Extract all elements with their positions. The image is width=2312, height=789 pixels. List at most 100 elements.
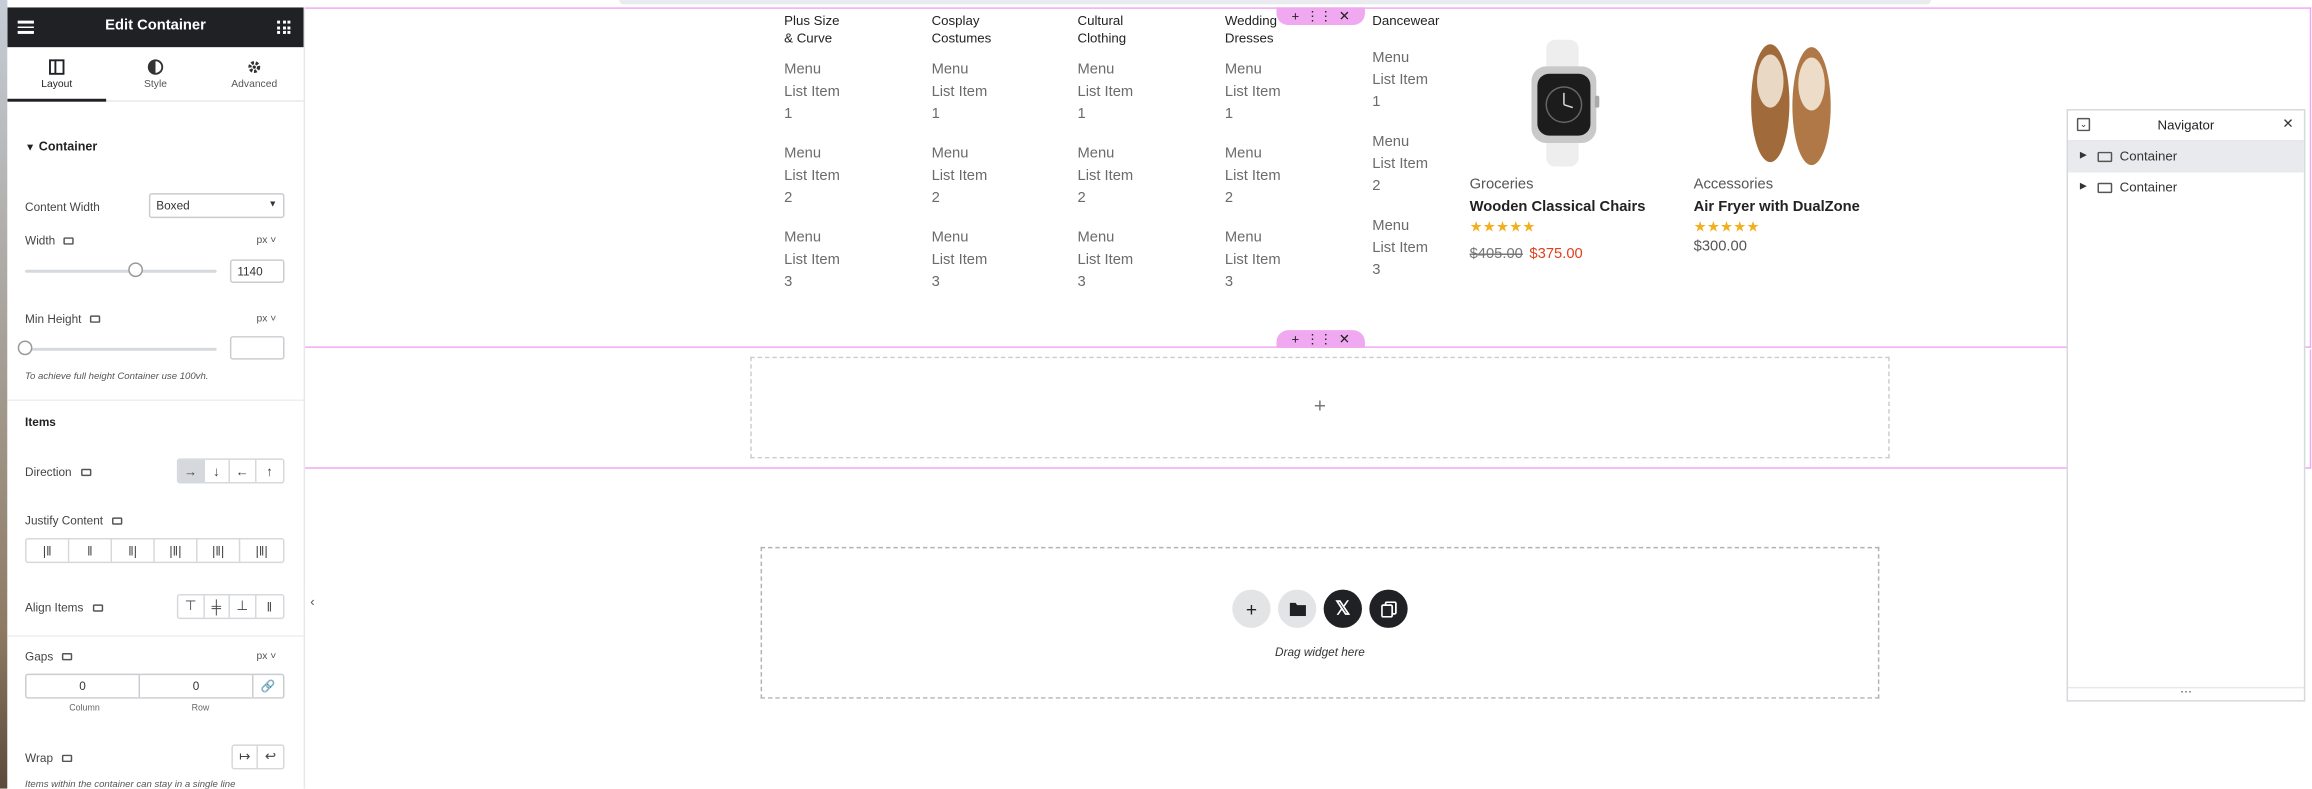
justify-space-evenly-icon[interactable]: |‖| bbox=[240, 539, 283, 561]
empty-container-dropzone[interactable]: + bbox=[750, 356, 1890, 459]
min-height-slider-knob[interactable] bbox=[17, 340, 33, 356]
container-handle-top[interactable]: + ⋮⋮ ✕ bbox=[1276, 7, 1365, 26]
copy-icon[interactable] bbox=[1369, 589, 1408, 628]
gap-row-input[interactable]: 0 bbox=[140, 675, 254, 698]
smartwatch-image bbox=[1531, 39, 1600, 167]
menu-list-item[interactable]: Menu List Item 3 bbox=[932, 227, 1035, 293]
desktop-icon[interactable] bbox=[64, 237, 75, 246]
link-icon[interactable]: 🔗 bbox=[254, 675, 283, 697]
align-end-icon[interactable]: ⊥ bbox=[230, 595, 256, 618]
x-logo-icon[interactable]: 𝕏 bbox=[1323, 589, 1362, 628]
menu-list-item[interactable]: Menu List Item 2 bbox=[784, 143, 887, 209]
menu-list-item[interactable]: Menu List Item 1 bbox=[1077, 59, 1180, 125]
product-name[interactable]: Air Fryer with DualZone bbox=[1694, 199, 1900, 215]
desktop-icon[interactable] bbox=[92, 604, 103, 613]
direction-row-button[interactable]: → bbox=[178, 459, 205, 482]
content-width-select[interactable]: Boxed ▼ bbox=[148, 193, 285, 219]
tab-style[interactable]: Style bbox=[106, 47, 205, 100]
menu-item-number: 3 bbox=[784, 274, 793, 291]
menu-list-item[interactable]: Menu List Item 1 bbox=[784, 59, 887, 125]
wrap-icon[interactable]: ↩ bbox=[258, 746, 283, 768]
menu-title: Plus Size & Curve bbox=[784, 12, 887, 47]
add-section-button[interactable]: + bbox=[1232, 589, 1271, 628]
desktop-icon[interactable] bbox=[62, 653, 73, 661]
add-icon[interactable]: + bbox=[1292, 332, 1300, 347]
menu-list-item[interactable]: Menu List Item 2 bbox=[1225, 143, 1284, 209]
product-name[interactable]: Wooden Classical Chairs bbox=[1470, 199, 1676, 215]
close-icon[interactable]: ✕ bbox=[2282, 116, 2293, 132]
content-width-label: Content Width bbox=[25, 200, 100, 214]
menu-list-item[interactable]: Menu List Item 1 bbox=[1225, 59, 1284, 125]
container-icon bbox=[2097, 151, 2113, 163]
menu-list-item[interactable]: Menu List Item 2 bbox=[1372, 131, 1460, 197]
nowrap-icon[interactable]: ↦ bbox=[233, 745, 258, 768]
drag-handle-icon[interactable]: ⋮⋮ bbox=[1306, 331, 1333, 347]
tab-style-label: Style bbox=[144, 79, 167, 90]
menu-item-number: 1 bbox=[1372, 94, 1381, 111]
navigator-item[interactable]: ▶ Container bbox=[2068, 141, 2304, 173]
min-height-slider-track[interactable] bbox=[25, 347, 217, 351]
align-stretch-icon[interactable]: ‖ bbox=[256, 595, 283, 617]
container-handle-bottom[interactable]: + ⋮⋮ ✕ bbox=[1276, 330, 1365, 348]
caret-right-icon[interactable]: ▶ bbox=[2080, 181, 2087, 192]
menu-item-word: Menu bbox=[1077, 61, 1115, 79]
menu-list-item[interactable]: Menu List Item 3 bbox=[1372, 215, 1460, 281]
align-center-icon[interactable]: ╪ bbox=[204, 595, 230, 618]
direction-column-reverse-button[interactable]: ↑ bbox=[256, 460, 283, 482]
product-card[interactable]: Groceries Wooden Classical Chairs ★★★★★ … bbox=[1470, 37, 1676, 265]
close-icon[interactable]: ✕ bbox=[1339, 8, 1350, 24]
add-widget-icon[interactable]: + bbox=[752, 394, 1888, 418]
width-slider-track[interactable] bbox=[25, 269, 217, 273]
justify-end-icon[interactable]: ‖| bbox=[112, 539, 155, 562]
gaps-unit-select[interactable]: px ˅ bbox=[256, 652, 276, 662]
desktop-icon[interactable] bbox=[61, 755, 73, 763]
menu-list-item[interactable]: Menu List Item 3 bbox=[1225, 227, 1284, 293]
tab-layout-label: Layout bbox=[41, 79, 73, 90]
caret-right-icon[interactable]: ▶ bbox=[2080, 150, 2087, 161]
editor-panel: Edit Container Layout Style Advanced ▼ C… bbox=[7, 7, 306, 789]
min-height-input[interactable] bbox=[229, 336, 285, 360]
menu-title-line2: Dresses bbox=[1224, 30, 1274, 46]
gap-column-input[interactable]: 0 bbox=[27, 675, 141, 698]
menu-list-item[interactable]: Menu List Item 1 bbox=[932, 59, 1035, 125]
menu-list-item[interactable]: Menu List Item 2 bbox=[1077, 143, 1180, 209]
justify-start-icon[interactable]: |‖ bbox=[27, 539, 70, 562]
menu-list-item[interactable]: Menu List Item 3 bbox=[1077, 227, 1180, 293]
tab-advanced[interactable]: Advanced bbox=[205, 47, 304, 100]
folder-icon[interactable] bbox=[1277, 589, 1317, 628]
justify-space-between-icon[interactable]: |‖| bbox=[155, 539, 198, 562]
drag-handle-icon[interactable]: ⋮⋮ bbox=[1306, 8, 1333, 24]
desktop-icon[interactable] bbox=[111, 517, 123, 526]
menu-list-item[interactable]: Menu List Item 3 bbox=[784, 227, 887, 293]
justify-center-icon[interactable]: ‖ bbox=[69, 539, 113, 562]
add-icon[interactable]: + bbox=[1292, 9, 1300, 24]
align-start-icon[interactable]: ⊤ bbox=[178, 595, 205, 618]
width-slider-knob[interactable] bbox=[128, 262, 144, 278]
desktop-icon[interactable] bbox=[90, 316, 101, 324]
menu-list-item[interactable]: Menu List Item 2 bbox=[932, 143, 1035, 209]
direction-column-button[interactable]: ↓ bbox=[204, 459, 230, 482]
container-outline[interactable] bbox=[305, 7, 2312, 348]
desktop-icon[interactable] bbox=[80, 469, 91, 477]
gaps-inputs: 0 0 🔗 bbox=[25, 673, 285, 699]
direction-row-reverse-button[interactable]: ← bbox=[230, 459, 256, 482]
tab-layout[interactable]: Layout bbox=[7, 47, 107, 102]
justify-space-around-icon[interactable]: |‖| bbox=[198, 539, 241, 562]
navigator-item[interactable]: ▶ Container bbox=[2068, 172, 2304, 203]
close-icon[interactable]: ✕ bbox=[1339, 331, 1350, 347]
width-input[interactable]: 1140 bbox=[229, 259, 285, 284]
section-container-toggle[interactable]: ▼ Container bbox=[25, 139, 97, 154]
collapse-panel-icon[interactable]: ‹ bbox=[305, 586, 320, 617]
menu-item-word: Menu bbox=[1372, 50, 1410, 67]
menu-item-word: List Item bbox=[931, 168, 988, 185]
container-icon bbox=[2097, 182, 2113, 194]
navigator-header[interactable]: ⌄ Navigator ✕ bbox=[2068, 111, 2304, 142]
product-card[interactable]: Accessories Air Fryer with DualZone ★★★★… bbox=[1694, 37, 1900, 255]
menu-title-line2: Costumes bbox=[931, 30, 992, 46]
menu-list-item[interactable]: Menu List Item 1 bbox=[1372, 47, 1460, 113]
apps-grid-icon[interactable] bbox=[277, 20, 291, 34]
navigator-resize-handle[interactable]: ⋯ bbox=[2068, 686, 2304, 700]
min-height-unit-select[interactable]: px ˅ bbox=[256, 314, 276, 324]
width-unit-select[interactable]: px ˅ bbox=[256, 236, 276, 246]
drop-area[interactable]: + 𝕏 Drag widget here bbox=[760, 546, 1880, 699]
